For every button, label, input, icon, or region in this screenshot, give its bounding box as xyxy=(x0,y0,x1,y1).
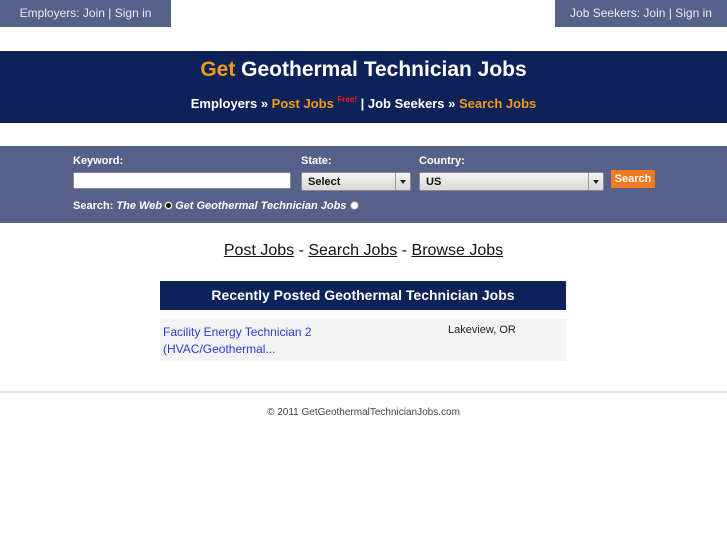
browse-jobs-link[interactable]: Browse Jobs xyxy=(412,242,504,259)
recent-jobs-heading: Recently Posted Geothermal Technician Jo… xyxy=(160,281,566,310)
jobseekers-label: Job Seekers: xyxy=(570,6,644,20)
separator: | xyxy=(665,6,676,20)
country-select[interactable]: US xyxy=(419,172,604,191)
post-jobs-link[interactable]: Post Jobs xyxy=(224,242,294,259)
nav-job-seekers[interactable]: Job Seekers xyxy=(368,96,445,111)
employers-join-link[interactable]: Join xyxy=(83,6,105,20)
title-accent: Get xyxy=(200,58,236,81)
nav-employers[interactable]: Employers xyxy=(191,96,257,111)
state-selected-value: Select xyxy=(308,176,341,188)
employers-account-bar: Employers: Join | Sign in xyxy=(0,0,171,27)
title-rest: Geothermal Technician Jobs xyxy=(235,58,527,81)
jobseekers-account-bar: Job Seekers: Join | Sign in xyxy=(555,0,727,27)
country-label: Country: xyxy=(419,155,465,167)
search-jobs-link[interactable]: Search Jobs xyxy=(308,242,397,259)
keyword-input[interactable] xyxy=(73,172,291,189)
job-location: Lakeview, OR xyxy=(448,324,516,336)
separator: | xyxy=(104,6,115,20)
scope-label: Search: xyxy=(73,200,114,212)
jobseekers-join-link[interactable]: Join xyxy=(643,6,665,20)
free-badge: Free! xyxy=(337,95,357,104)
jobseekers-signin-link[interactable]: Sign in xyxy=(675,6,712,20)
link-separator: - xyxy=(397,242,412,259)
footer-divider xyxy=(0,391,727,393)
state-select[interactable]: Select xyxy=(301,172,411,191)
search-scope: Search: The Web Get Geothermal Technician… xyxy=(73,200,361,212)
site-title[interactable]: Get Geothermal Technician Jobs xyxy=(0,58,727,82)
country-selected-value: US xyxy=(426,176,442,188)
scope-radio-web[interactable] xyxy=(164,201,174,210)
footer-copyright: © 2011 GetGeothermalTechnicianJobs.com xyxy=(267,407,460,418)
header-nav: Employers » Post Jobs Free! | Job Seeker… xyxy=(0,95,727,111)
state-label: State: xyxy=(301,155,332,167)
quick-links: Post Jobs - Search Jobs - Browse Jobs xyxy=(0,242,727,260)
nav-separator: | xyxy=(356,96,368,111)
link-separator: - xyxy=(294,242,309,259)
employers-label: Employers: xyxy=(19,6,83,20)
chevron-down-icon[interactable] xyxy=(588,173,603,190)
nav-post-jobs[interactable]: Post Jobs xyxy=(272,96,334,111)
scope-option-web-label: The Web xyxy=(116,200,163,212)
employers-signin-link[interactable]: Sign in xyxy=(115,6,152,20)
chevron-down-icon[interactable] xyxy=(395,173,410,190)
nav-search-jobs[interactable]: Search Jobs xyxy=(459,96,536,111)
scope-option-site-label: Get Geothermal Technician Jobs xyxy=(175,200,347,212)
nav-separator: » xyxy=(257,96,272,111)
job-title-link[interactable]: Facility Energy Technician 2 (HVAC/Geoth… xyxy=(163,324,363,358)
scope-radio-site[interactable] xyxy=(350,201,360,210)
site-header: Get Geothermal Technician Jobs Employers… xyxy=(0,51,727,123)
keyword-label: Keyword: xyxy=(73,155,124,167)
nav-separator: » xyxy=(444,96,459,111)
job-list-item: Facility Energy Technician 2 (HVAC/Geoth… xyxy=(160,319,566,361)
search-button[interactable]: Search xyxy=(611,170,655,188)
